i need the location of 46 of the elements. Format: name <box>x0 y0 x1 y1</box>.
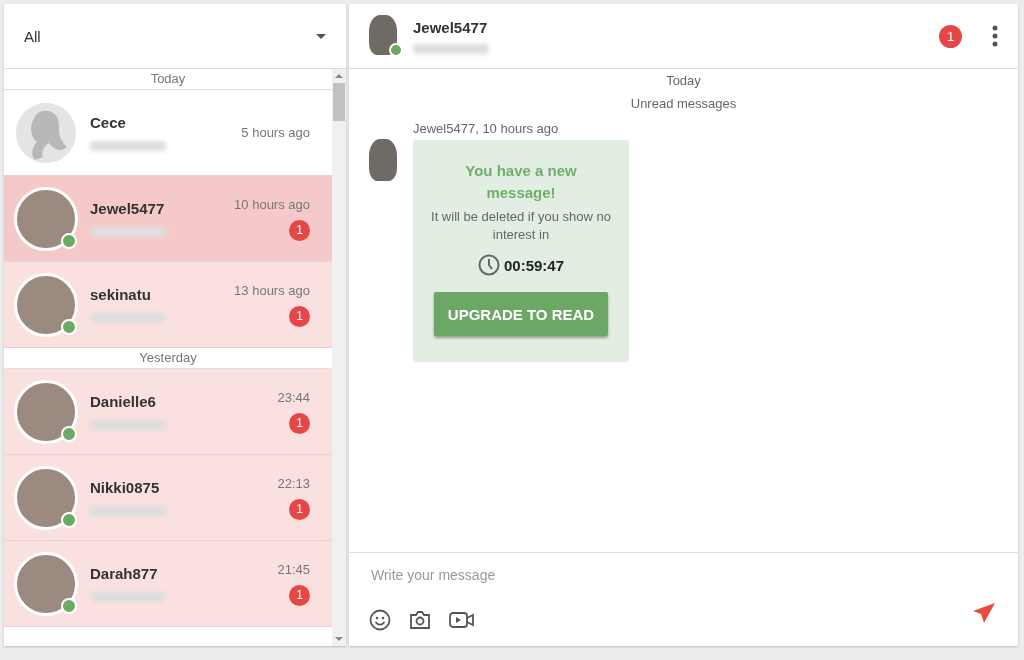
unread-badge: 1 <box>939 24 962 48</box>
unread-badge: 1 <box>289 584 310 606</box>
message-time: 22:13 <box>277 475 310 491</box>
conversation-item[interactable]: Danielle6 23:44 1 <box>4 369 332 455</box>
conversation-item[interactable]: Darah877 21:45 1 <box>4 541 332 627</box>
unread-badge: 1 <box>289 305 310 327</box>
more-options-icon[interactable] <box>992 25 998 47</box>
contact-name: Jewel5477 <box>90 200 166 217</box>
contact-name: Jewel5477 <box>413 18 489 36</box>
message-time: 23:44 <box>277 389 310 405</box>
countdown-timer: 00:59:47 <box>503 256 564 274</box>
message-time: 5 hours ago <box>241 125 310 140</box>
message-meta: Jewel5477, 10 hours ago <box>413 121 560 136</box>
contact-name: Darah877 <box>90 565 159 582</box>
message-text: It will be deleted if you show no interest in <box>431 208 611 244</box>
conversation-item[interactable]: Nikki0875 22:13 1 <box>4 455 332 541</box>
scroll-up-icon[interactable] <box>335 73 343 79</box>
unread-badge: 1 <box>289 498 310 520</box>
photo-placeholder <box>369 15 397 55</box>
date-separator: Yesterday <box>4 348 332 369</box>
scrollbar-thumb[interactable] <box>333 83 345 121</box>
message-time: 21:45 <box>277 561 310 577</box>
scroll-down-icon[interactable] <box>335 636 343 642</box>
contact-name: Danielle6 <box>90 393 157 410</box>
message-time: 13 hours ago <box>234 282 310 298</box>
conversation-item[interactable]: sekinatu 13 hours ago 1 <box>4 262 332 348</box>
contact-name: Nikki0875 <box>90 479 161 496</box>
video-camera-icon[interactable] <box>449 611 475 629</box>
caret-icon <box>316 33 326 39</box>
emoji-icon[interactable] <box>369 609 391 631</box>
conversation-item[interactable]: Cece 5 hours ago <box>4 90 332 176</box>
contact-name: Cece <box>90 114 127 131</box>
contact-name: sekinatu <box>90 286 152 303</box>
scrollbar[interactable] <box>332 69 346 646</box>
send-icon[interactable] <box>972 602 996 624</box>
message-title: You have a new message! <box>464 161 578 203</box>
photo-placeholder <box>369 139 397 181</box>
date-separator: Today <box>4 69 332 90</box>
conversation-item[interactable]: Jewel5477 10 hours ago 1 <box>4 176 332 262</box>
unread-badge: 1 <box>289 412 310 434</box>
message-time: 10 hours ago <box>234 196 310 212</box>
unread-label: Unread messages <box>630 96 737 111</box>
unread-badge: 1 <box>289 219 310 241</box>
camera-icon[interactable] <box>409 610 431 630</box>
date-label: Today <box>666 73 701 88</box>
clock-icon <box>477 254 500 276</box>
